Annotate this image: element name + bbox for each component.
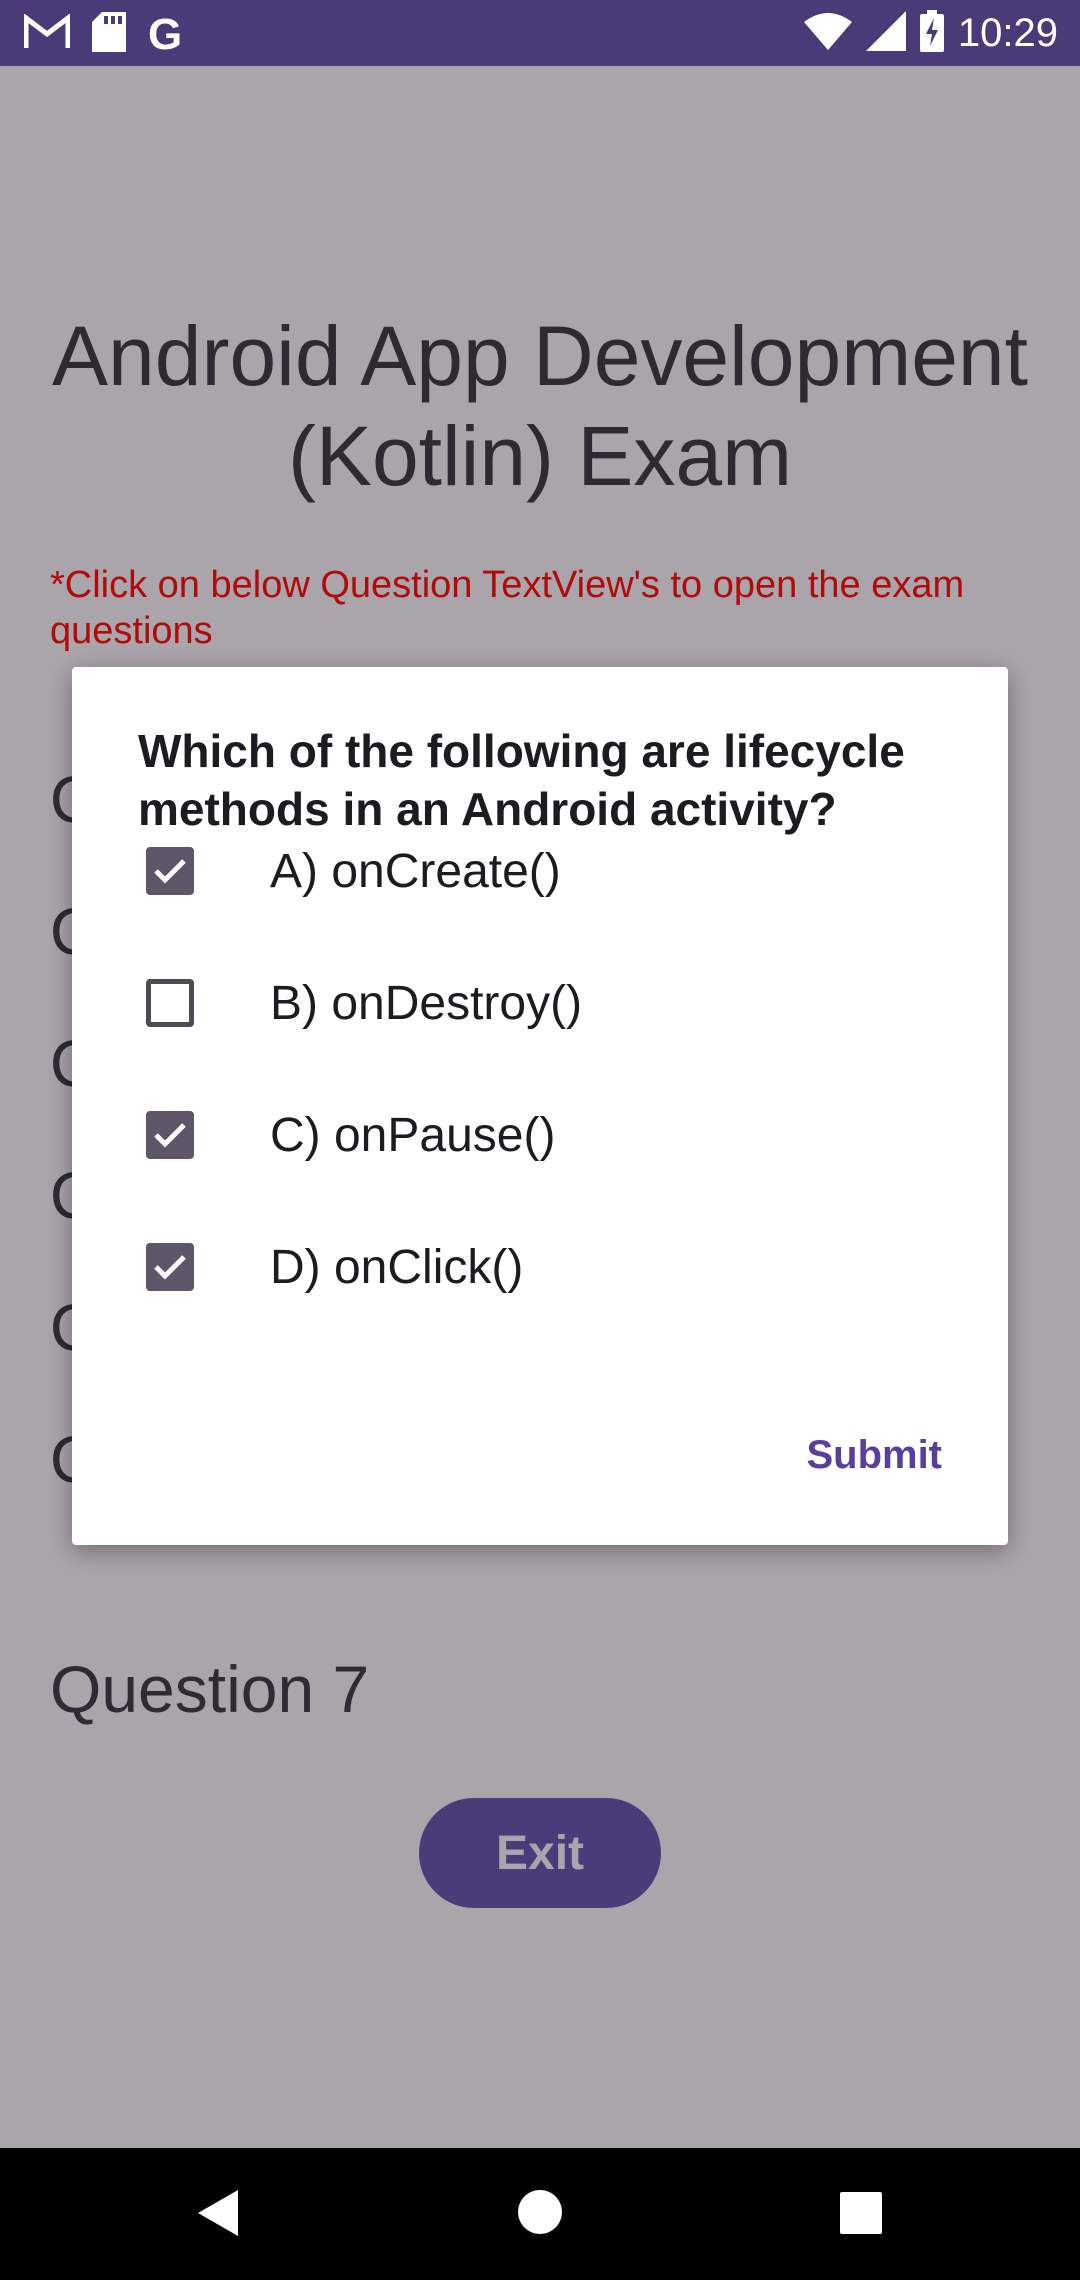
option-b[interactable]: B) onDestroy() [72, 943, 1008, 1063]
wifi-icon [803, 12, 852, 55]
exit-button[interactable]: Exit [419, 1798, 661, 1908]
option-a-checkbox[interactable] [146, 847, 194, 895]
gmail-icon [23, 12, 71, 55]
page-title: Android App Development (Kotlin) Exam [40, 306, 1040, 506]
google-icon: G [148, 9, 183, 59]
option-b-checkbox[interactable] [146, 979, 194, 1027]
question-dialog: Which of the following are lifecycle met… [72, 667, 1008, 1545]
battery-charging-icon [919, 10, 944, 57]
option-c-label: C) onPause() [270, 1108, 556, 1162]
home-icon[interactable] [516, 2188, 564, 2241]
status-time: 10:29 [957, 11, 1058, 55]
option-d-checkbox[interactable] [146, 1243, 194, 1291]
option-b-label: B) onDestroy() [270, 976, 583, 1030]
option-c-checkbox[interactable] [146, 1111, 194, 1159]
option-d-label: D) onClick() [270, 1240, 524, 1294]
sd-card-icon [92, 12, 126, 57]
option-a[interactable]: A) onCreate() [72, 811, 1008, 931]
page-title-line-1: Android App Development [52, 309, 1028, 403]
back-icon[interactable] [196, 2188, 240, 2243]
navigation-bar [0, 2148, 1080, 2280]
submit-button[interactable]: Submit [806, 1433, 942, 1478]
question-7-link[interactable]: Question 7 [50, 1651, 369, 1727]
exam-hint-text: *Click on below Question TextView's to o… [50, 564, 965, 652]
option-a-label: A) onCreate() [270, 844, 561, 898]
status-bar: G 10:29 [0, 0, 1080, 66]
page-title-line-2: (Kotlin) Exam [287, 409, 793, 503]
option-d[interactable]: D) onClick() [72, 1207, 1008, 1327]
signal-icon [865, 11, 906, 56]
option-c[interactable]: C) onPause() [72, 1075, 1008, 1195]
recents-icon[interactable] [840, 2192, 882, 2239]
